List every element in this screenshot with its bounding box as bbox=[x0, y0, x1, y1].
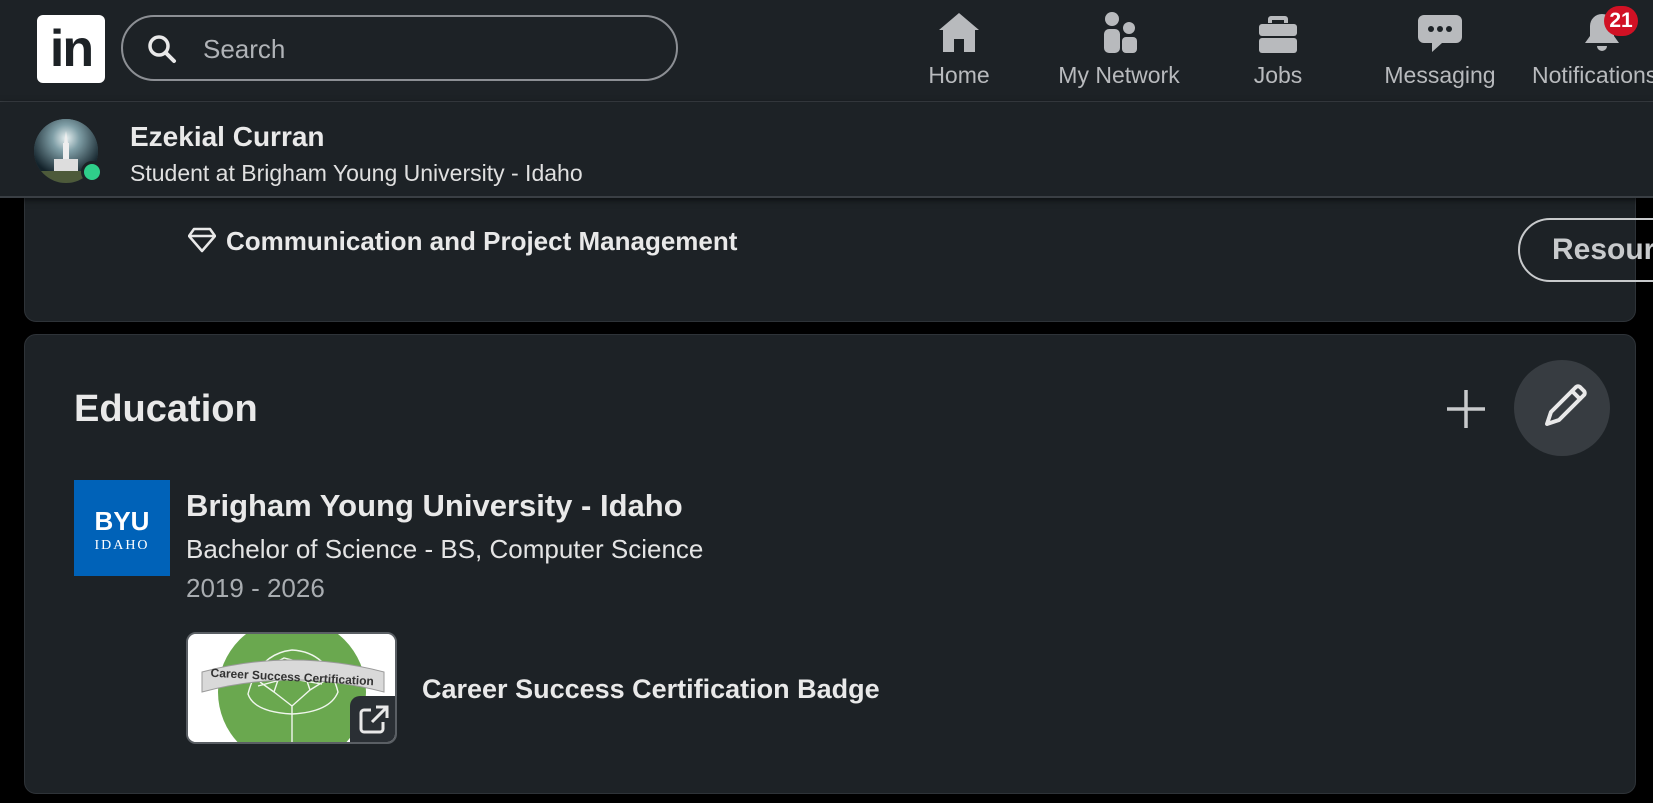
home-icon bbox=[939, 13, 979, 52]
certification-media-title[interactable]: Career Success Certification Badge bbox=[422, 674, 880, 705]
notifications-count-badge: 21 bbox=[1604, 6, 1638, 36]
diamond-skill-icon bbox=[188, 227, 216, 253]
education-section-title: Education bbox=[74, 388, 258, 430]
nav-notifications-label: Notifications bbox=[1532, 62, 1653, 88]
profile-name: Ezekial Curran bbox=[130, 121, 325, 152]
my-network-icon bbox=[1104, 12, 1137, 53]
pencil-icon bbox=[1545, 384, 1587, 426]
nav-my-network[interactable]: My Network bbox=[1052, 10, 1186, 92]
byu-idaho-logo[interactable]: BYU IDAHO bbox=[74, 480, 170, 576]
nav-jobs[interactable]: Jobs bbox=[1236, 10, 1320, 92]
nav-home-label: Home bbox=[928, 62, 990, 88]
top-navigation-bar: in Home My Network Jobs bbox=[0, 0, 1653, 102]
add-education-button[interactable] bbox=[1440, 383, 1492, 435]
edit-education-button[interactable] bbox=[1514, 360, 1610, 456]
education-dates: 2019 - 2026 bbox=[186, 573, 325, 603]
nav-jobs-label: Jobs bbox=[1253, 62, 1303, 88]
skill-name: Communication and Project Management bbox=[226, 226, 738, 256]
linkedin-logo-text: in bbox=[49, 20, 94, 78]
nav-my-network-label: My Network bbox=[1058, 62, 1180, 88]
nav-messaging[interactable]: Messaging bbox=[1380, 10, 1500, 92]
briefcase-icon bbox=[1259, 16, 1297, 53]
messaging-icon bbox=[1418, 15, 1462, 52]
nav-messaging-label: Messaging bbox=[1384, 62, 1496, 88]
certification-media-thumbnail[interactable]: Career Success Certification bbox=[186, 632, 397, 744]
degree-text: Bachelor of Science - BS, Computer Scien… bbox=[186, 534, 704, 564]
nav-home[interactable]: Home bbox=[918, 10, 1000, 92]
byu-logo-main-text: BYU bbox=[94, 506, 150, 536]
school-name-link[interactable]: Brigham Young University - Idaho bbox=[186, 488, 683, 524]
search-input[interactable] bbox=[201, 29, 645, 69]
profile-headline: Student at Brigham Young University - Id… bbox=[130, 160, 583, 186]
search-box[interactable] bbox=[121, 15, 678, 81]
search-icon bbox=[148, 35, 176, 63]
open-external-link[interactable] bbox=[350, 696, 395, 742]
external-link-icon bbox=[359, 705, 389, 734]
linkedin-logo[interactable]: in bbox=[37, 15, 105, 83]
online-status-indicator bbox=[81, 161, 103, 183]
byu-logo-sub-text: IDAHO bbox=[94, 538, 150, 553]
resources-button[interactable]: Resources bbox=[1518, 218, 1653, 282]
